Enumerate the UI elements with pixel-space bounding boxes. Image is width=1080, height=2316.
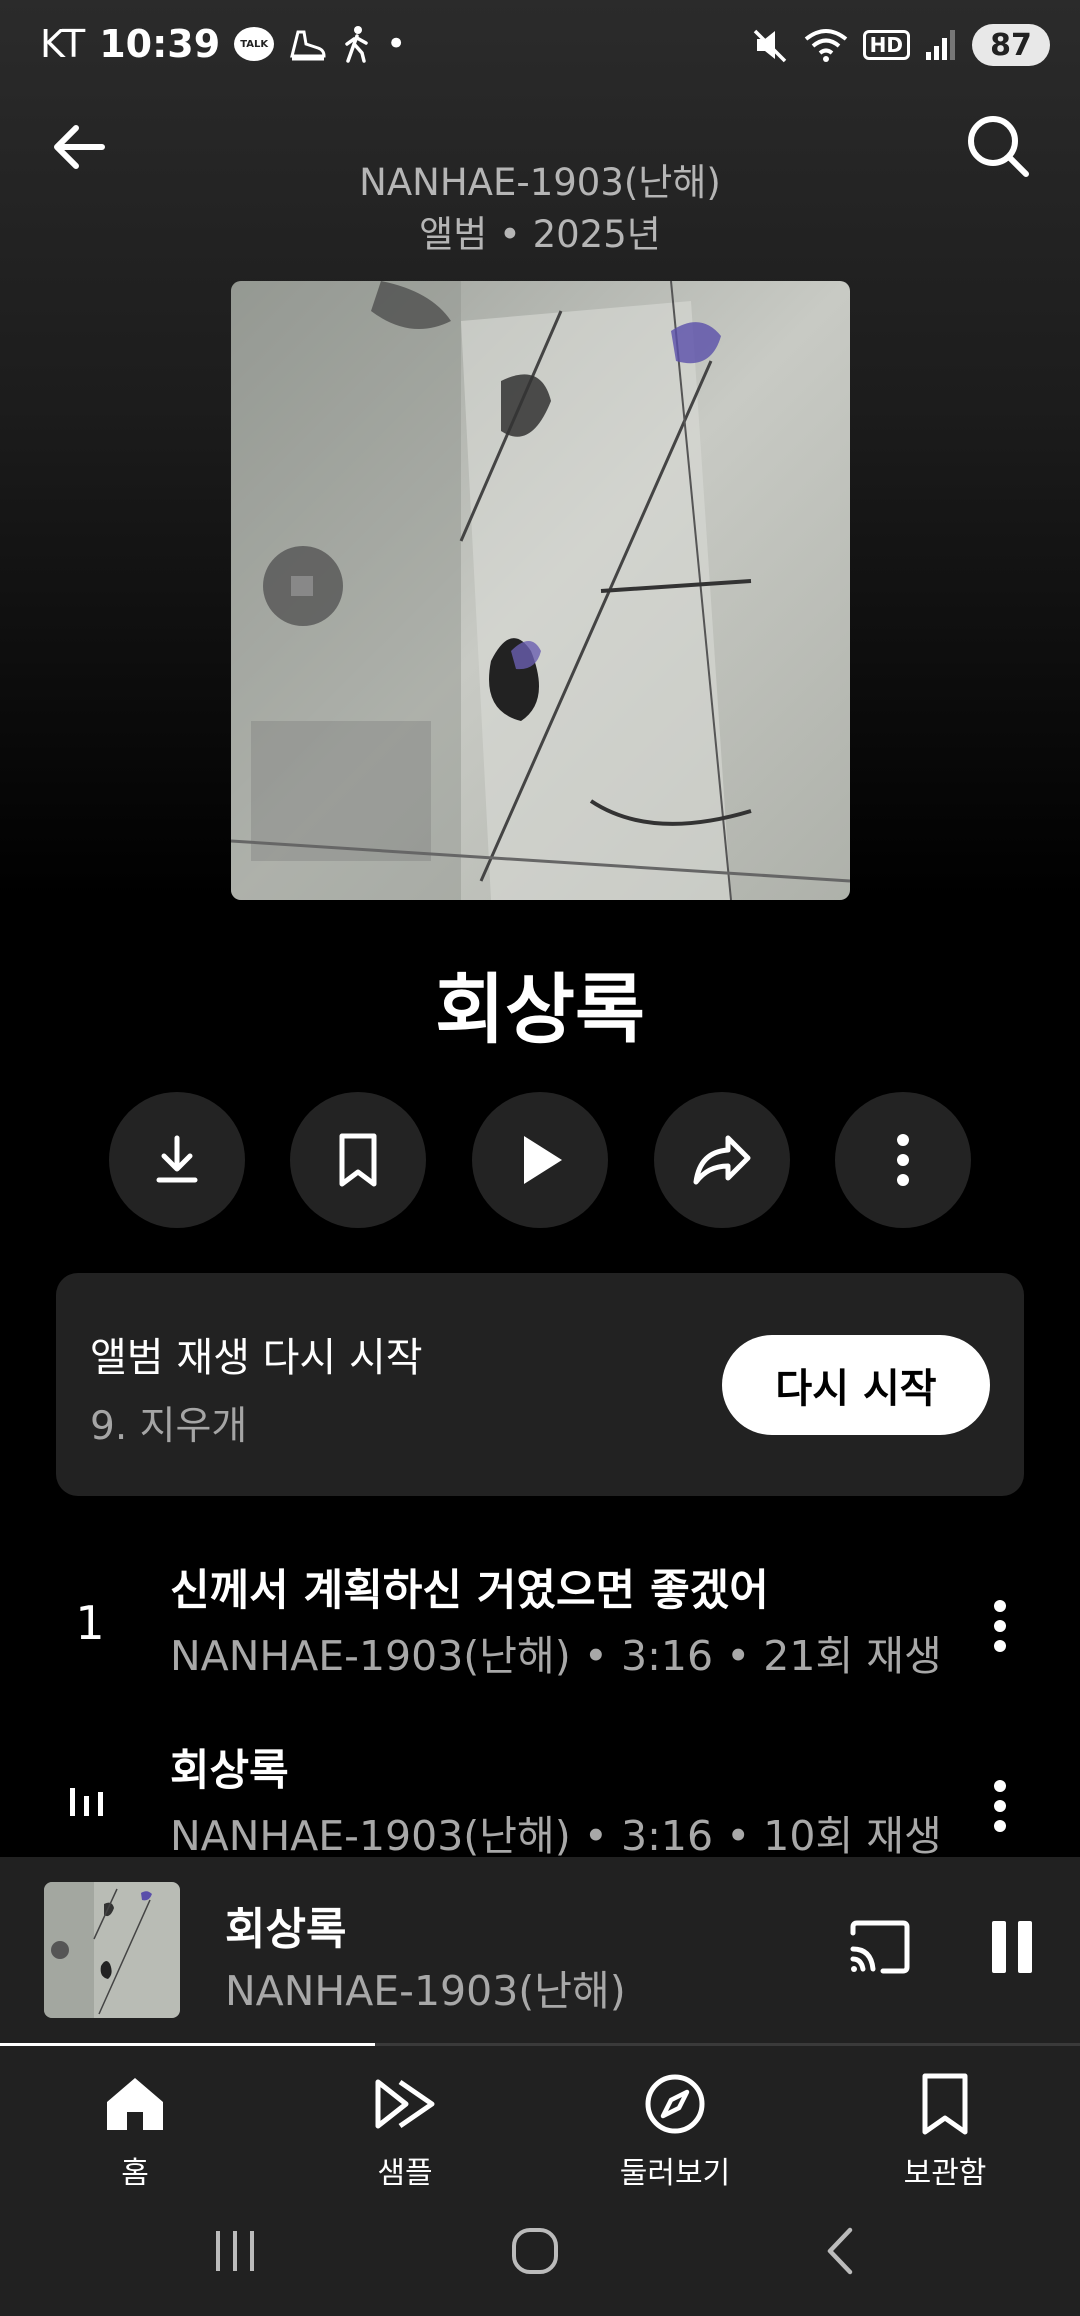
resume-button[interactable]: 다시 시작 [722,1335,990,1435]
download-icon [156,1135,198,1183]
mini-player-cover [44,1882,180,2018]
track-row-2[interactable]: 회상록 NANHAE-1903(난해) • 3:16 • 10회 재생 [0,1716,1080,1856]
samples-icon [369,2068,441,2140]
header-artist[interactable]: NANHAE-1903(난해) [0,152,1080,206]
pause-icon [992,1921,1032,1973]
play-button[interactable] [472,1092,608,1228]
pause-button[interactable] [972,1907,1052,1987]
home-system-button[interactable] [490,2216,580,2286]
more-vertical-icon [897,1134,909,1186]
album-title: 회상록 [435,965,645,1054]
resume-title: 앨범 재생 다시 시작 [90,1335,423,1381]
walking-icon [342,25,372,63]
download-button[interactable] [109,1092,245,1228]
save-to-library-button[interactable] [290,1092,426,1228]
system-navigation-bar [0,2186,1080,2316]
mute-icon [749,25,789,65]
album-cover [231,281,850,900]
status-bar: KT 10:39 TALK • HD 87 [0,0,1080,96]
track-title: 회상록 [170,1746,289,1796]
cast-icon [850,1920,910,1974]
header-meta: 앨범 • 2025년 [419,213,661,256]
more-vertical-icon [994,1600,1006,1652]
recent-apps-button[interactable] [190,2216,280,2286]
carrier-label: KT [40,22,86,66]
track-row-1[interactable]: 1 신께서 계획하신 거였으면 좋겠어 NANHAE-1903(난해) • 3:… [0,1536,1080,1706]
kakaotalk-icon: TALK [234,27,275,61]
resume-track: 9. 지우개 [90,1404,248,1449]
search-button[interactable] [960,108,1036,184]
track-more-button[interactable] [960,1586,1040,1666]
play-icon [524,1136,562,1184]
mini-player[interactable]: 회상록 NANHAE-1903(난해) [0,1857,1080,2045]
chevron-left-icon [827,2227,853,2275]
album-actions [0,1092,1080,1228]
signal-icon [924,28,958,62]
mini-player-artist: NANHAE-1903(난해) [225,1967,626,2015]
recent-apps-icon [216,2231,254,2271]
system-back-button[interactable] [795,2216,885,2286]
home-icon [99,2068,171,2140]
wifi-icon [803,25,849,65]
track-title: 신께서 계획하신 거였으면 좋겠어 [170,1566,769,1616]
clock: 10:39 [99,22,221,66]
search-icon [968,116,1029,177]
explore-icon [639,2068,711,2140]
home-circle-icon [512,2228,558,2274]
resume-album-card: 앨범 재생 다시 시작 9. 지우개 다시 시작 [56,1273,1024,1496]
track-subtitle: NANHAE-1903(난해) • 3:16 • 10회 재생 [170,1812,942,1856]
more-vertical-icon [994,1780,1006,1832]
notification-dot: • [386,24,407,64]
hd-icon: HD [862,30,910,60]
bookmark-icon [339,1133,377,1187]
share-icon [693,1135,751,1185]
more-options-button[interactable] [835,1092,971,1228]
status-left: KT 10:39 TALK • [40,22,406,66]
track-number: 1 [75,1596,105,1650]
status-right: HD 87 [749,24,1050,66]
library-icon [909,2068,981,2140]
track-more-button[interactable] [960,1766,1040,1846]
now-playing-equalizer-icon [66,1780,116,1820]
mini-player-title: 회상록 [225,1904,347,1955]
share-button[interactable] [654,1092,790,1228]
shoe-icon [288,26,328,62]
cast-button[interactable] [840,1907,920,1987]
battery-indicator: 87 [972,24,1050,66]
track-subtitle: NANHAE-1903(난해) • 3:16 • 21회 재생 [170,1632,942,1680]
